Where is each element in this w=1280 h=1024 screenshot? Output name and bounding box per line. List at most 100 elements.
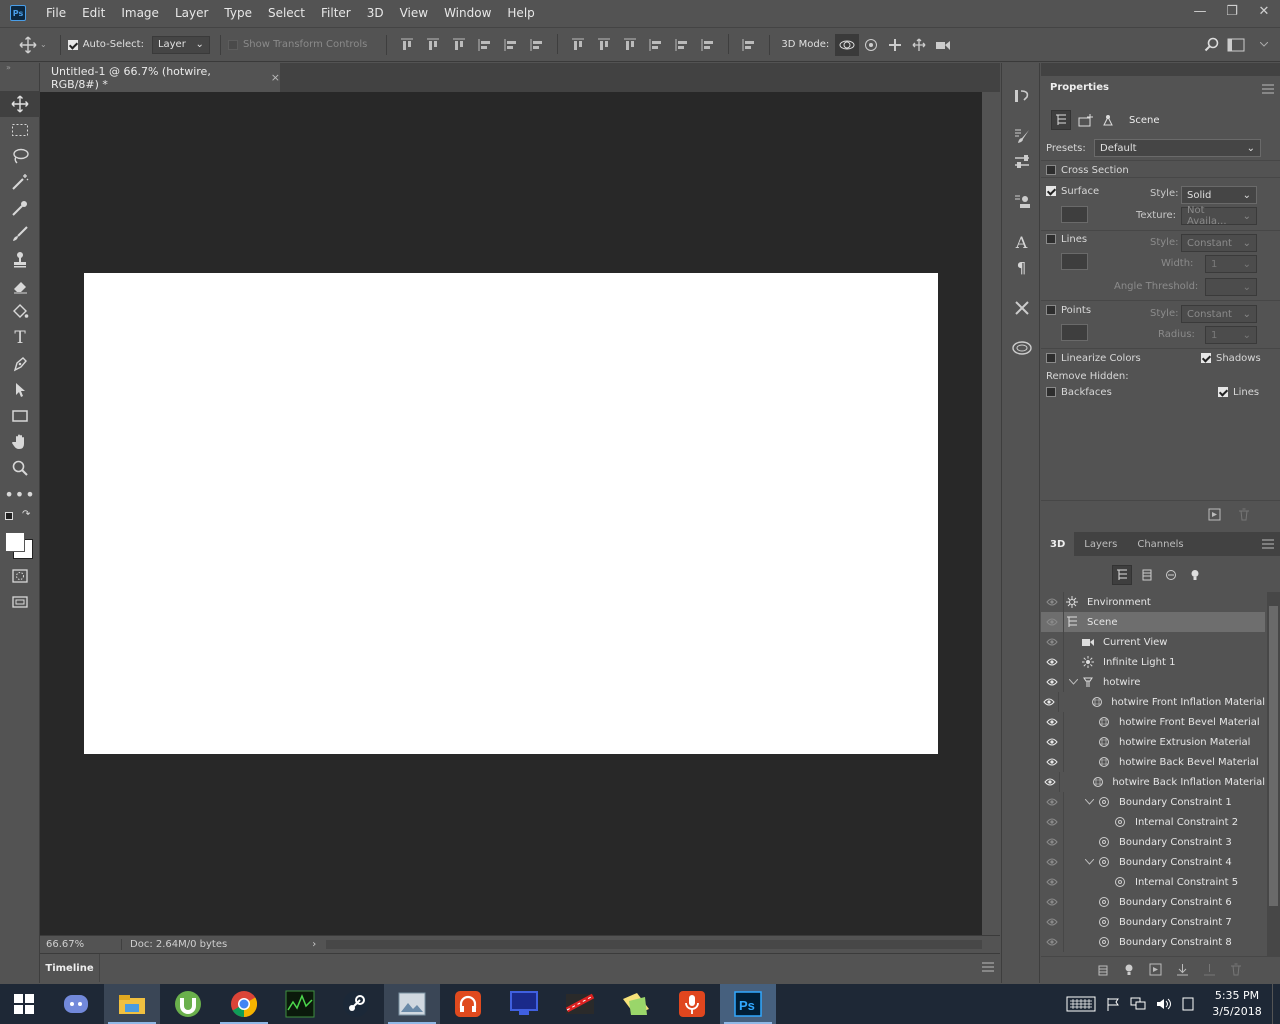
visibility-eye-icon[interactable] — [1041, 838, 1063, 846]
minimize-icon[interactable]: — — [1184, 0, 1216, 22]
menu-filter[interactable]: Filter — [313, 0, 359, 26]
points-style-dropdown[interactable]: Constant ⌄ — [1181, 305, 1257, 323]
scene-list-item[interactable]: Boundary Constraint 6 — [1041, 892, 1265, 912]
scene-list-item[interactable]: Boundary Constraint 7 — [1041, 912, 1265, 932]
restore-icon[interactable]: ❐ — [1216, 0, 1248, 22]
monitor-app-icon[interactable] — [272, 984, 328, 1024]
align-vcenter-icon[interactable] — [420, 34, 446, 56]
utorrent-icon[interactable] — [160, 984, 216, 1024]
workspace-icon[interactable] — [1224, 34, 1248, 56]
align-hcenter-icon[interactable] — [498, 34, 524, 56]
distribute-bottom-icon[interactable] — [617, 34, 643, 56]
libraries-panel-icon[interactable] — [1002, 335, 1041, 361]
keyboard-icon[interactable] — [1066, 995, 1096, 1013]
visibility-eye-icon[interactable] — [1041, 618, 1063, 626]
drag-3d-icon[interactable] — [883, 34, 907, 56]
scene-list-item[interactable]: hotwire — [1041, 672, 1265, 692]
collapse-toolbar-icon[interactable]: » — [0, 63, 39, 75]
rectangle-tool-icon[interactable] — [0, 403, 40, 429]
align-left-icon[interactable] — [472, 34, 498, 56]
timeline-tab[interactable]: Timeline — [40, 954, 100, 982]
panel-menu-icon[interactable] — [982, 962, 994, 972]
microphone-app-icon[interactable] — [664, 984, 720, 1024]
scene-tab-icon[interactable] — [1051, 110, 1071, 130]
lights-filter-icon[interactable] — [1186, 565, 1204, 585]
distribute-hcenter-icon[interactable] — [669, 34, 695, 56]
vertical-scrollbar[interactable] — [982, 92, 1000, 935]
brush-presets-panel-icon[interactable] — [1002, 123, 1041, 149]
width-field[interactable]: 1 ⌄ — [1205, 255, 1257, 273]
sticky-folder-icon[interactable] — [608, 984, 664, 1024]
drop-to-plane-icon[interactable] — [1176, 963, 1189, 976]
points-color-swatch[interactable] — [1061, 324, 1088, 341]
chevron-down-icon[interactable]: ⌄ — [40, 40, 47, 49]
file-explorer-icon[interactable] — [104, 984, 160, 1024]
network-icon[interactable] — [1130, 997, 1146, 1011]
discord-icon[interactable] — [48, 984, 104, 1024]
visibility-eye-icon[interactable] — [1041, 598, 1063, 606]
visibility-eye-icon[interactable] — [1041, 858, 1063, 866]
scene-list-item[interactable]: Infinite Light 1 — [1041, 652, 1265, 672]
show-desktop-button[interactable] — [1272, 984, 1280, 1024]
menu-edit[interactable]: Edit — [74, 0, 113, 26]
document-tab[interactable]: Untitled-1 @ 66.7% (hotwire, RGB/8#) * × — [40, 63, 280, 92]
lines-style-dropdown[interactable]: Constant ⌄ — [1181, 234, 1257, 252]
menu-3d[interactable]: 3D — [359, 0, 392, 26]
align-right-icon[interactable] — [524, 34, 550, 56]
points-checkbox[interactable] — [1046, 305, 1056, 315]
delete-icon[interactable] — [1238, 508, 1250, 521]
action-center-icon[interactable] — [1182, 997, 1194, 1011]
remote-desktop-icon[interactable] — [496, 984, 552, 1024]
paragraph-panel-icon[interactable]: ¶ — [1002, 255, 1041, 281]
move-tool-preset-icon[interactable] — [16, 34, 40, 56]
lines-checkbox[interactable] — [1046, 234, 1056, 244]
expand-chevron-icon[interactable] — [1083, 859, 1095, 865]
magic-wand-tool-icon[interactable] — [0, 169, 40, 195]
tab-layers[interactable]: Layers — [1074, 532, 1127, 556]
shadows-checkbox[interactable] — [1201, 353, 1211, 363]
add-light-icon[interactable] — [1123, 963, 1135, 976]
tab-3d[interactable]: 3D — [1041, 532, 1075, 556]
workspace-chevron-icon[interactable] — [1248, 34, 1280, 56]
roll-3d-icon[interactable] — [859, 34, 883, 56]
scene-list-item[interactable]: Boundary Constraint 8 — [1041, 932, 1265, 952]
presets-dropdown[interactable]: Default ⌄ — [1094, 139, 1261, 157]
scene-list-item[interactable]: Internal Constraint 5 — [1041, 872, 1265, 892]
expand-chevron-icon[interactable] — [1083, 799, 1095, 805]
search-icon[interactable] — [1200, 34, 1224, 56]
auto-select-checkbox[interactable] — [67, 39, 78, 50]
menu-select[interactable]: Select — [260, 0, 313, 26]
distribute-top-icon[interactable] — [565, 34, 591, 56]
status-arrow-icon[interactable]: › — [312, 939, 316, 950]
volume-icon[interactable] — [1156, 997, 1172, 1011]
backfaces-checkbox[interactable] — [1046, 387, 1056, 397]
render-icon[interactable] — [1208, 508, 1221, 521]
move-to-ground-icon[interactable] — [1203, 963, 1216, 976]
tab-channels[interactable]: Channels — [1127, 532, 1193, 556]
zoom-level[interactable]: 66.67% — [40, 938, 122, 950]
visibility-eye-icon[interactable] — [1041, 758, 1063, 766]
meshes-filter-icon[interactable] — [1138, 565, 1156, 585]
scene-list-item[interactable]: hotwire Front Inflation Material — [1041, 692, 1265, 712]
document-canvas[interactable] — [84, 273, 938, 754]
menu-help[interactable]: Help — [499, 0, 542, 26]
linearize-colors-checkbox[interactable] — [1046, 353, 1056, 363]
clone-source-panel-icon[interactable] — [1002, 189, 1041, 215]
orbit-3d-icon[interactable] — [835, 33, 860, 56]
slide-3d-icon[interactable] — [907, 34, 931, 56]
adjustments-panel-icon[interactable] — [1002, 149, 1041, 175]
menu-image[interactable]: Image — [113, 0, 167, 26]
surface-color-swatch[interactable] — [1061, 206, 1088, 223]
properties-menu-icon[interactable] — [1262, 84, 1274, 94]
photoshop-icon[interactable]: Ps — [720, 984, 776, 1024]
render-settings-icon[interactable] — [1075, 113, 1097, 127]
screen-mode-icon[interactable] — [0, 589, 40, 615]
scene-list-item[interactable]: Internal Constraint 2 — [1041, 812, 1265, 832]
expand-chevron-icon[interactable] — [1067, 679, 1079, 685]
menu-window[interactable]: Window — [436, 0, 499, 26]
render-scene-icon[interactable] — [1149, 963, 1162, 976]
horizontal-scrollbar[interactable] — [326, 939, 982, 949]
headphones-app-icon[interactable] — [440, 984, 496, 1024]
default-colors-icon[interactable] — [5, 512, 13, 520]
distribute-vcenter-icon[interactable] — [591, 34, 617, 56]
